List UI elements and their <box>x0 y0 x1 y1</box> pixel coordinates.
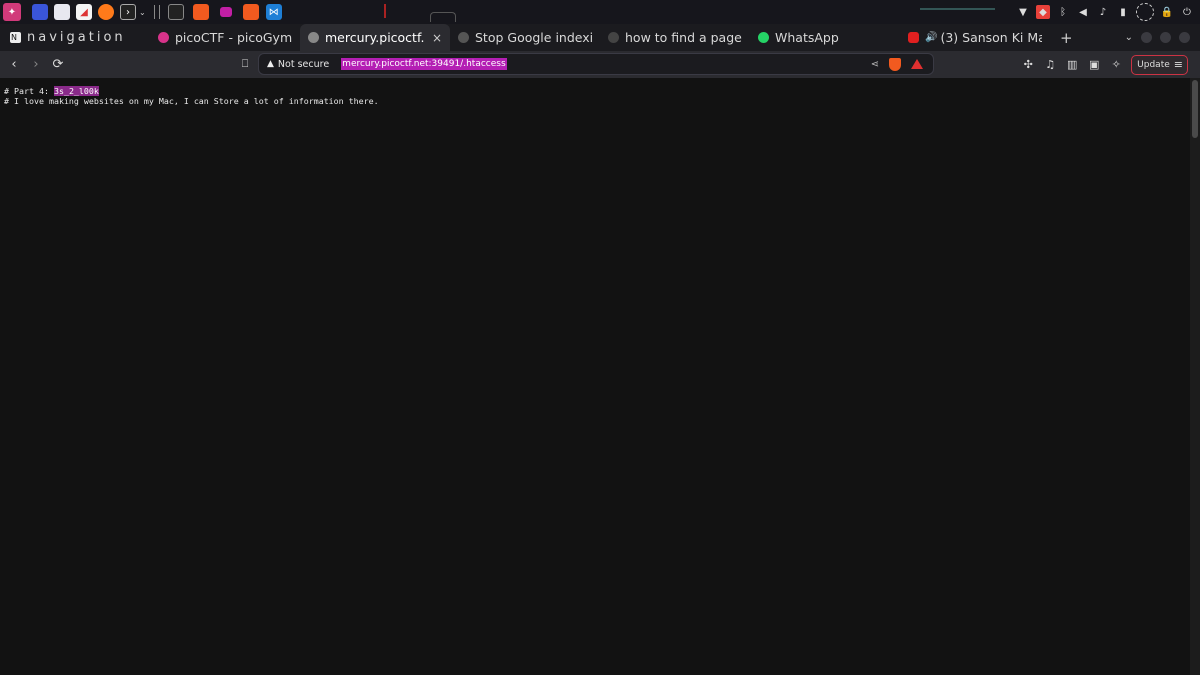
file-manager-icon[interactable] <box>54 4 70 20</box>
vpn-icon[interactable]: ◆ <box>1036 5 1050 19</box>
htaccess-line-1: # Part 4: 3s_2_l00k <box>4 86 99 96</box>
menu-icon: ≡ <box>1173 58 1183 71</box>
taskbar-indicator <box>384 4 386 18</box>
picoctf-icon <box>158 32 169 43</box>
extensions-icon[interactable]: ✣ <box>1021 58 1035 72</box>
notifications-icon[interactable]: ♪ <box>1096 5 1110 19</box>
desktop-icon[interactable] <box>32 4 48 20</box>
firefox-icon[interactable] <box>98 4 114 20</box>
tab-label: mercury.picoctf.ne <box>325 30 424 45</box>
network-icon[interactable]: ▼ <box>1016 5 1030 19</box>
tab-strip: N navigation picoCTF - picoGym Cl mercur… <box>0 24 1200 51</box>
taskbar-window-preview[interactable] <box>430 12 456 22</box>
chatgpt-icon <box>458 32 469 43</box>
page-content: # Part 4: 3s_2_l00k # I love making webs… <box>0 78 1200 675</box>
tab-label: navigation <box>27 30 126 45</box>
maximize-button[interactable] <box>1160 32 1171 43</box>
warning-icon[interactable]: ▲ <box>267 59 274 69</box>
brave-rewards-icon[interactable] <box>911 59 923 69</box>
audio-icon[interactable]: 🔊 <box>925 32 937 43</box>
scrollbar-thumb[interactable] <box>1192 80 1198 138</box>
forward-button[interactable]: › <box>25 54 47 76</box>
brave-shields-icon[interactable] <box>889 57 901 71</box>
new-tab-button[interactable]: + <box>1050 29 1083 47</box>
close-icon[interactable]: × <box>432 31 442 45</box>
folder-icon[interactable] <box>219 7 232 17</box>
globe-icon <box>308 32 319 43</box>
media-icon[interactable]: ♫ <box>1043 58 1057 72</box>
whatsapp-icon <box>758 32 769 43</box>
bluetooth-icon[interactable]: ᛒ <box>1056 5 1070 19</box>
address-bar-actions: ⋖ <box>871 54 923 74</box>
url-text[interactable]: mercury.picoctf.net:39491/.htaccess <box>341 58 507 70</box>
volume-icon[interactable]: ◀ <box>1076 5 1090 19</box>
back-button[interactable]: ‹ <box>3 54 25 76</box>
address-bar[interactable]: ▲ Not secure mercury.picoctf.net:39491/.… <box>258 53 934 75</box>
tab-mercury[interactable]: mercury.picoctf.ne × <box>300 24 450 51</box>
taskbar-divider <box>158 5 160 19</box>
taskbar-progress <box>920 8 995 10</box>
tab-search-icon[interactable]: ⌄ <box>1125 32 1133 43</box>
minimize-button[interactable] <box>1141 32 1152 43</box>
window-controls: ⌄ <box>1125 24 1190 51</box>
browser-toolbar: ‹ › ⟳ ⎕ ▲ Not secure mercury.picoctf.net… <box>0 51 1200 78</box>
bookmark-icon[interactable]: ⎕ <box>234 53 256 75</box>
close-window-button[interactable] <box>1179 32 1190 43</box>
power-icon[interactable]: ⏻ <box>1180 5 1194 19</box>
lock-icon[interactable]: 🔒 <box>1160 5 1174 19</box>
terminal-icon[interactable]: › <box>120 4 136 20</box>
tab-label: Stop Google indexing <box>475 30 592 45</box>
taskbar-launchers: ✦ ◢ › ⌄ ⋈ <box>0 0 285 24</box>
battery-icon[interactable]: ▮ <box>1116 5 1130 19</box>
update-button[interactable]: Update ≡ <box>1131 54 1188 75</box>
vscode-icon[interactable]: ⋈ <box>265 4 282 20</box>
tab-label: how to find a page's c <box>625 30 742 45</box>
tab-stop-google-indexing[interactable]: Stop Google indexing <box>450 24 600 51</box>
toolbar-actions: ✣ ♫ ▥ ▣ ✧ Update ≡ <box>1021 51 1188 78</box>
notion-icon: N <box>10 32 21 43</box>
tab-youtube[interactable]: 🔊 (3) Sanson Ki Mala <box>900 24 1050 51</box>
tab-label: (3) Sanson Ki Mala <box>940 30 1042 45</box>
brave-icon[interactable] <box>242 4 259 20</box>
app-menu-icon[interactable]: ✦ <box>3 3 21 21</box>
wallet-icon[interactable]: ▣ <box>1087 58 1101 72</box>
leo-ai-icon[interactable]: ✧ <box>1109 58 1123 72</box>
scrollbar[interactable] <box>1190 78 1200 675</box>
youtube-icon <box>908 32 919 43</box>
window-icon[interactable] <box>167 4 184 20</box>
update-label: Update <box>1137 59 1170 70</box>
taskbar-divider <box>153 5 155 19</box>
chevron-down-icon[interactable]: ⌄ <box>139 8 146 17</box>
htaccess-line-2: # I love making websites on my Mac, I ca… <box>4 96 379 106</box>
tab-picoctf[interactable]: picoCTF - picoGym Cl <box>150 24 300 51</box>
tab-navigation[interactable]: N navigation <box>0 24 150 51</box>
text-editor-icon[interactable]: ◢ <box>76 4 92 20</box>
flag-part-highlight: 3s_2_l00k <box>53 86 99 96</box>
comment-prefix: # Part 4: <box>4 86 54 96</box>
system-tray: ▼ ◆ ᛒ ◀ ♪ ▮ 🔒 ⏻ <box>1016 0 1194 24</box>
clock-icon[interactable] <box>1136 3 1154 21</box>
security-label[interactable]: Not secure <box>278 59 329 70</box>
tab-label: picoCTF - picoGym Cl <box>175 30 292 45</box>
tab-how-to-find[interactable]: how to find a page's c <box>600 24 750 51</box>
sidebar-icon[interactable]: ▥ <box>1065 58 1079 72</box>
tab-whatsapp[interactable]: WhatsApp <box>750 24 900 51</box>
taskbar: ✦ ◢ › ⌄ ⋈ ▼ ◆ ᛒ ◀ ♪ ▮ 🔒 ⏻ <box>0 0 1200 24</box>
tab-label: WhatsApp <box>775 30 839 45</box>
share-icon[interactable]: ⋖ <box>871 59 879 70</box>
reload-button[interactable]: ⟳ <box>47 54 69 76</box>
discord-icon <box>608 32 619 43</box>
brave-browser-icon[interactable] <box>192 4 209 20</box>
